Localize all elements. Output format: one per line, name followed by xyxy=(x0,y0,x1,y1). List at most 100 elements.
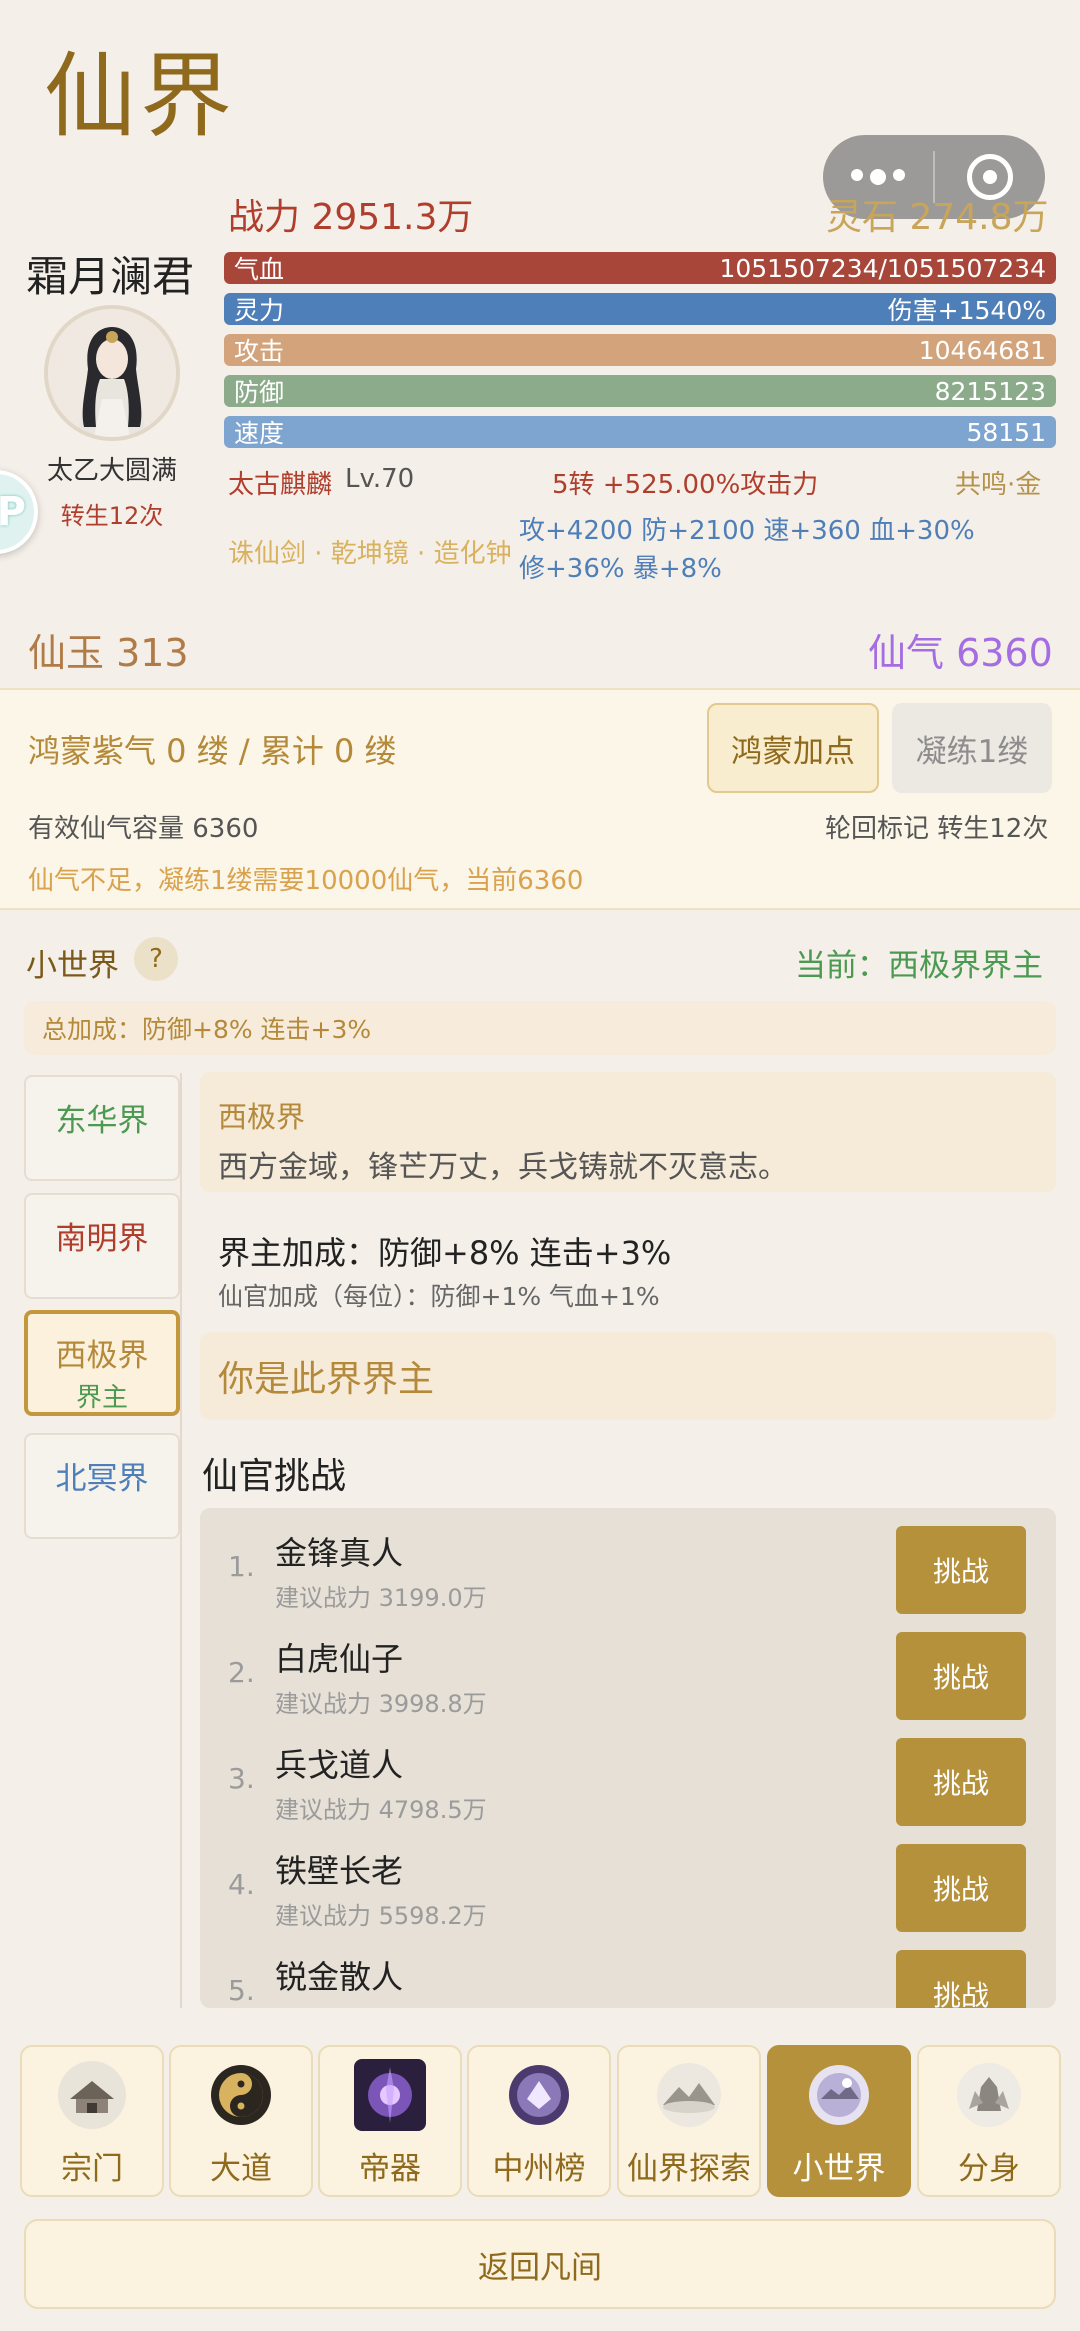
recommended-power: 建议战力 4798.5万 xyxy=(275,1796,487,1824)
challenge-row: 5. 锐金散人 挑战 xyxy=(200,1932,1056,2008)
treasure-stats-line1: 攻+4200 防+2100 速+360 血+30% xyxy=(519,516,975,546)
hp-label: 气血 xyxy=(234,255,285,284)
rank-number: 4. xyxy=(228,1868,255,1901)
beast-rebirth: 5转 +525.00%攻击力 xyxy=(552,470,819,500)
clone-icon xyxy=(953,2059,1025,2131)
rank-number: 3. xyxy=(228,1762,255,1795)
spirit-bar: 灵力 伤害+1540% xyxy=(224,293,1056,325)
challenge-button[interactable]: 挑战 xyxy=(896,1632,1026,1720)
taiji-icon xyxy=(205,2059,277,2131)
challenge-button[interactable]: 挑战 xyxy=(896,1526,1026,1614)
attack-value: 10464681 xyxy=(918,335,1046,365)
small-world-title: 小世界 xyxy=(26,948,119,984)
nav-item-ranking[interactable]: 中州榜 xyxy=(467,2045,611,2197)
hongmeng-add-point-button[interactable]: 鸿蒙加点 xyxy=(707,703,879,793)
world-tab-donghua[interactable]: 东华界 xyxy=(24,1075,180,1181)
more-dots-icon xyxy=(851,169,905,185)
speed-bar: 速度 58151 xyxy=(224,416,1056,448)
spirit-value: 伤害+1540% xyxy=(887,296,1046,325)
realm-label: 太乙大圆满 xyxy=(46,456,177,486)
qi-capacity: 有效仙气容量 6360 xyxy=(28,814,259,844)
challenge-list: 1. 金锋真人 建议战力 3199.0万 挑战 2. 白虎仙子 建议战力 399… xyxy=(200,1508,1056,2008)
spirit-label: 灵力 xyxy=(234,296,285,325)
ranking-icon xyxy=(503,2059,575,2131)
small-world-icon xyxy=(803,2059,875,2131)
nav-label: 帝器 xyxy=(359,2151,421,2187)
nav-label: 中州榜 xyxy=(492,2151,586,2187)
world-tab-nanming[interactable]: 南明界 xyxy=(24,1193,180,1299)
opponent-name: 白虎仙子 xyxy=(275,1640,404,1678)
treasure-names[interactable]: 诛仙剑 · 乾坤镜 · 造化钟 xyxy=(228,533,512,570)
nav-item-dao[interactable]: 大道 xyxy=(169,2045,313,2197)
character-name: 霜月澜君 xyxy=(26,252,195,301)
beast-name[interactable]: 太古麒麟 xyxy=(228,464,332,501)
rebirth-count: 转生12次 xyxy=(60,502,164,530)
challenge-button[interactable]: 挑战 xyxy=(896,1950,1026,2008)
opponent-name: 兵戈道人 xyxy=(275,1746,404,1784)
combat-power: 战力 2951.3万 xyxy=(228,197,474,238)
official-bonus: 仙官加成（每位）：防御+1% 气血+1% xyxy=(218,1282,660,1311)
sect-icon xyxy=(56,2059,128,2131)
speed-value: 58151 xyxy=(966,417,1046,447)
avatar[interactable] xyxy=(44,305,180,441)
rank-number: 1. xyxy=(228,1550,255,1583)
lord-bonus: 界主加成：防御+8% 连击+3% xyxy=(218,1234,672,1272)
defense-bar: 防御 8215123 xyxy=(224,375,1056,407)
immortal-jade: 仙玉 313 xyxy=(28,631,189,675)
world-tab-xiji[interactable]: 西极界 界主 xyxy=(24,1310,180,1416)
current-world-status: 当前：西极界界主 xyxy=(795,948,1043,984)
rank-number: 2. xyxy=(228,1656,255,1689)
speed-label: 速度 xyxy=(234,419,285,448)
hp-bar: 气血 1051507234/1051507234 xyxy=(224,252,1056,284)
hp-value: 1051507234/1051507234 xyxy=(719,253,1046,283)
recommended-power: 建议战力 5598.2万 xyxy=(275,1902,487,1930)
nav-item-sect[interactable]: 宗门 xyxy=(20,2045,164,2197)
beast-level: Lv.70 xyxy=(345,464,415,494)
world-tab-label: 东华界 xyxy=(55,1103,149,1139)
immortal-qi: 仙气 6360 xyxy=(868,631,1053,675)
world-description: 西方金域，锋芒万丈，兵戈铸就不灭意志。 xyxy=(218,1150,788,1185)
emperor-artifact-icon xyxy=(354,2059,426,2131)
attribute-bars: 气血 1051507234/1051507234 灵力 伤害+1540% 攻击 … xyxy=(224,252,1056,457)
resonance-label: 共鸣·金 xyxy=(955,470,1042,500)
refine-button[interactable]: 凝练1缕 xyxy=(892,703,1052,793)
insufficient-qi-warning: 仙气不足，凝练1缕需要10000仙气，当前6360 xyxy=(28,866,584,896)
challenge-button[interactable]: 挑战 xyxy=(896,1738,1026,1826)
defense-label: 防御 xyxy=(234,378,285,407)
return-to-mortal-button[interactable]: 返回凡间 xyxy=(24,2219,1056,2309)
world-tab-label: 北冥界 xyxy=(55,1461,149,1497)
recommended-power: 建议战力 3998.8万 xyxy=(275,1690,487,1718)
challenge-section-title: 仙官挑战 xyxy=(202,1456,347,1497)
lord-status: 你是此界界主 xyxy=(200,1332,1056,1420)
challenge-row: 2. 白虎仙子 建议战力 3998.8万 挑战 xyxy=(200,1614,1056,1720)
divider xyxy=(180,1073,182,2008)
hongmeng-qi-count: 鸿蒙紫气 0 缕 / 累计 0 缕 xyxy=(28,732,397,770)
reincarnation-mark: 轮回标记 转生12次 xyxy=(825,814,1049,844)
nav-item-small-world[interactable]: 小世界 xyxy=(767,2045,911,2197)
attack-label: 攻击 xyxy=(234,337,285,366)
nav-label: 宗门 xyxy=(61,2151,123,2187)
opponent-name: 金锋真人 xyxy=(275,1534,404,1572)
challenge-button[interactable]: 挑战 xyxy=(896,1844,1026,1932)
world-tab-sub: 界主 xyxy=(75,1383,128,1413)
nav-item-clone[interactable]: 分身 xyxy=(917,2045,1061,2197)
explore-icon xyxy=(653,2059,725,2131)
nav-item-explore[interactable]: 仙界探索 xyxy=(617,2045,761,2197)
treasure-stats: 攻+4200 防+2100 速+360 血+30% 修+36% 暴+8% xyxy=(519,512,999,588)
page-title: 仙界 xyxy=(44,43,237,150)
challenge-row: 3. 兵戈道人 建议战力 4798.5万 挑战 xyxy=(200,1720,1056,1826)
spirit-stone: 灵石 274.8万 xyxy=(826,197,1049,238)
bubble-icon: P xyxy=(0,489,26,535)
total-bonus: 总加成：防御+8% 连击+3% xyxy=(24,1001,1056,1055)
world-name: 西极界 xyxy=(218,1100,306,1134)
opponent-name: 铁壁长老 xyxy=(275,1852,404,1890)
world-tab-beiming[interactable]: 北冥界 xyxy=(24,1433,180,1539)
help-icon[interactable]: ? xyxy=(134,937,178,981)
nav-label: 小世界 xyxy=(792,2151,886,2187)
challenge-row: 4. 铁壁长老 建议战力 5598.2万 挑战 xyxy=(200,1826,1056,1932)
world-tab-label: 南明界 xyxy=(55,1221,149,1257)
attack-bar: 攻击 10464681 xyxy=(224,334,1056,366)
nav-item-artifact[interactable]: 帝器 xyxy=(318,2045,462,2197)
rank-number: 5. xyxy=(228,1974,255,2007)
nav-label: 仙界探索 xyxy=(627,2151,751,2187)
